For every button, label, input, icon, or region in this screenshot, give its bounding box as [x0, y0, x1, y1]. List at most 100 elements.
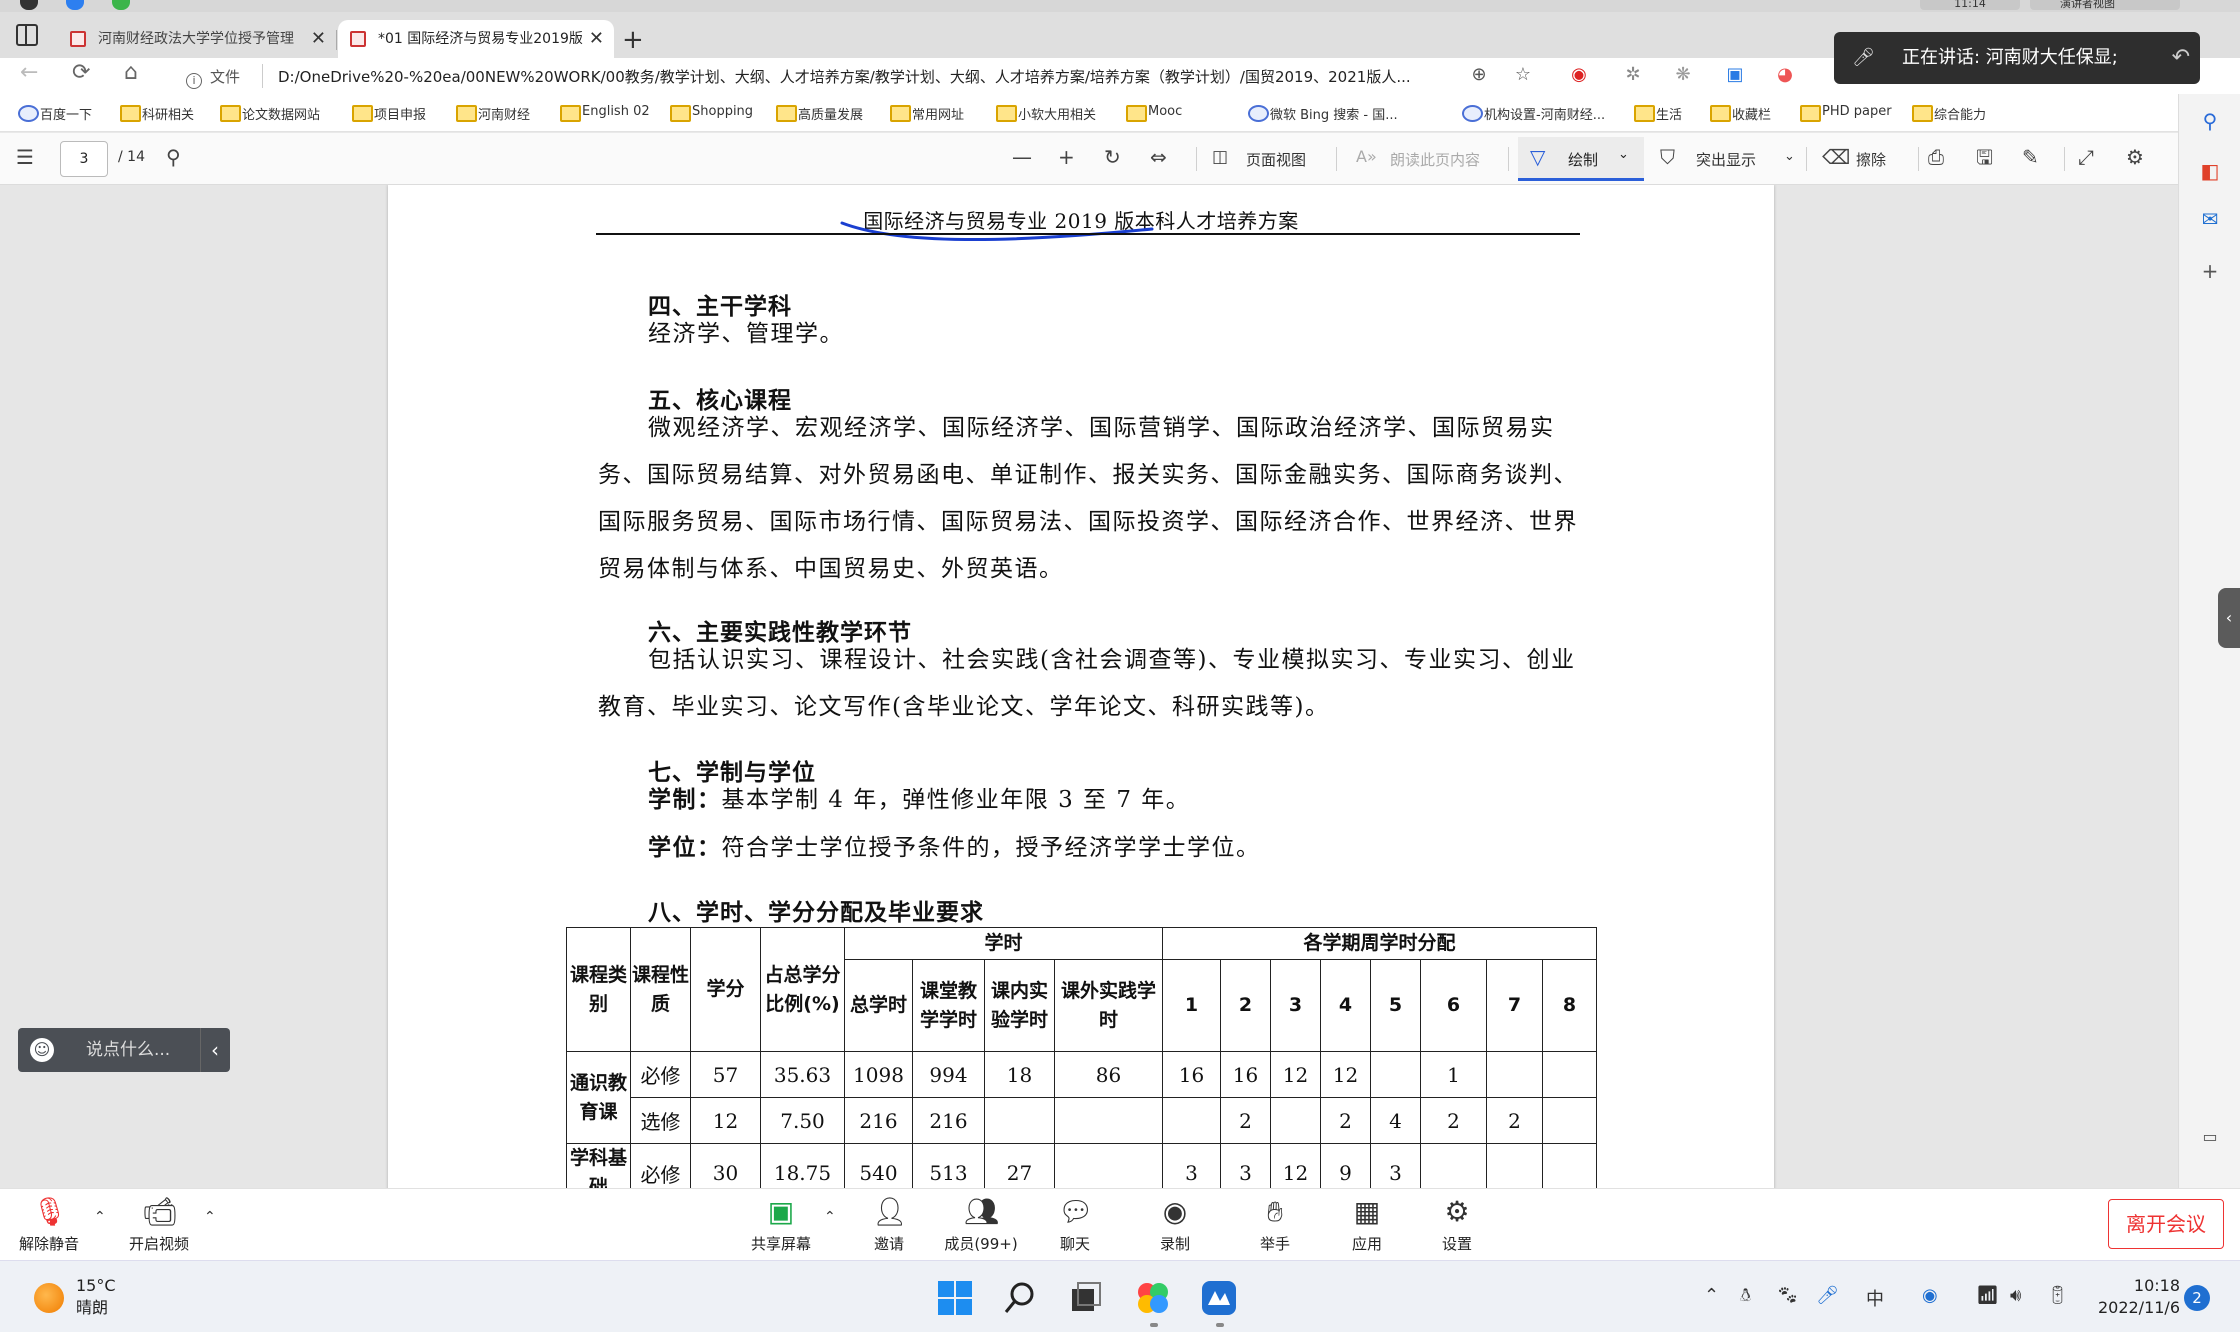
page-number-input[interactable]: 3: [60, 141, 108, 177]
chevron-down-icon[interactable]: ⌄: [1784, 149, 1795, 164]
chevron-left-icon[interactable]: ‹: [200, 1028, 219, 1072]
battery-icon[interactable]: 🔋︎: [2046, 1285, 2069, 1306]
zoom-out-icon[interactable]: —: [1012, 145, 1032, 169]
home-icon[interactable]: ⌂: [124, 60, 138, 85]
settings-button[interactable]: ⚙ 设置: [1412, 1195, 1502, 1254]
task-view-icon[interactable]: [1066, 1279, 1104, 1317]
bookmark-item[interactable]: 项目申报: [352, 104, 426, 123]
read-aloud-icon[interactable]: A»: [1356, 145, 1377, 169]
rotate-icon[interactable]: ↻: [1104, 145, 1121, 169]
highlight-icon[interactable]: ⛉: [1660, 145, 1675, 169]
settings-gear-icon[interactable]: ⚙: [2126, 145, 2144, 169]
leave-meeting-button[interactable]: 离开会议: [2108, 1199, 2224, 1249]
extension-red-icon[interactable]: ◉: [1568, 64, 1590, 86]
page-view-icon[interactable]: ◫: [1212, 145, 1228, 169]
office-icon[interactable]: ◧: [2197, 158, 2223, 184]
invite-button[interactable]: 👤︎ 邀请: [844, 1195, 934, 1254]
bookmark-item[interactable]: Mooc: [1126, 104, 1182, 122]
extension-blue-icon[interactable]: ▣: [1724, 64, 1746, 86]
highlight-button[interactable]: 突出显示: [1696, 149, 1756, 170]
bookmark-item[interactable]: 论文数据网站: [220, 104, 320, 123]
erase-button[interactable]: 擦除: [1856, 149, 1886, 170]
volume-icon[interactable]: 🔊︎: [2010, 1285, 2021, 1306]
bookmark-item[interactable]: 小软大用相关: [996, 104, 1096, 123]
tray-blue-icon[interactable]: ◉: [1922, 1285, 1938, 1306]
system-clock[interactable]: 10:18 2022/11/6: [2090, 1275, 2180, 1319]
zoom-icon[interactable]: ⊕: [1468, 64, 1490, 86]
site-info-button[interactable]: i 文件: [186, 66, 240, 89]
bookmark-item[interactable]: 百度一下: [18, 104, 92, 123]
extension-color-icon[interactable]: ◕: [1774, 64, 1796, 86]
outlook-icon[interactable]: ✉: [2197, 206, 2223, 232]
chat-button[interactable]: 💬︎ 聊天: [1030, 1195, 1120, 1254]
app-icon-1[interactable]: [20, 0, 38, 10]
bookmark-item[interactable]: Shopping: [670, 104, 753, 122]
wifi-icon[interactable]: 📶︎: [1976, 1285, 1999, 1306]
start-video-button[interactable]: 📹︎ 开启视频: [114, 1195, 204, 1254]
bookmark-item[interactable]: 河南财经: [456, 104, 530, 123]
app-icon-3[interactable]: [112, 0, 130, 10]
favorite-star-icon[interactable]: ☆: [1512, 64, 1534, 86]
notification-badge[interactable]: 2: [2184, 1285, 2210, 1311]
bookmark-item[interactable]: 生活: [1634, 104, 1682, 123]
document-viewport[interactable]: 国际经济与贸易专业 2019 版本科人才培养方案 四、主干学科 经济学、管理学。…: [0, 185, 2178, 1188]
fit-width-icon[interactable]: ⇔: [1150, 145, 1167, 169]
back-arrow-icon[interactable]: ←: [20, 60, 38, 85]
members-button[interactable]: 👥︎ 成员(99+): [936, 1195, 1026, 1254]
contents-list-icon[interactable]: ☰: [16, 145, 34, 169]
fullscreen-icon[interactable]: ⤢: [2078, 145, 2094, 169]
unmute-button[interactable]: 🎙︎ 解除静音: [4, 1195, 94, 1254]
share-screen-button[interactable]: ▣ 共享屏幕: [736, 1195, 826, 1254]
presenter-view-button[interactable]: 演讲者视图: [2030, 0, 2180, 10]
photos-app-icon[interactable]: [1134, 1279, 1172, 1317]
chevron-left-icon[interactable]: ‹: [2218, 588, 2240, 648]
reload-icon[interactable]: ⟳: [72, 60, 90, 85]
add-icon[interactable]: +: [2197, 258, 2223, 284]
bookmark-item[interactable]: 收藏栏: [1710, 104, 1771, 123]
search-icon[interactable]: ⚲: [166, 145, 181, 169]
return-icon[interactable]: ↶: [2172, 32, 2190, 84]
chevron-up-icon[interactable]: ⌃: [94, 1209, 106, 1225]
raise-hand-button[interactable]: ✋︎ 举手: [1230, 1195, 1320, 1254]
search-icon[interactable]: ⚲: [2197, 108, 2223, 134]
search-icon[interactable]: [1002, 1279, 1040, 1317]
zoom-in-icon[interactable]: +: [1058, 145, 1075, 169]
emoji-icon[interactable]: ☺: [30, 1038, 54, 1062]
extension-flower-icon[interactable]: ❋: [1672, 64, 1694, 86]
bookmark-item[interactable]: 科研相关: [120, 104, 194, 123]
draw-button[interactable]: ▽ 绘制 ⌄: [1518, 137, 1644, 181]
chat-input[interactable]: ☺ 说点什么... ‹: [18, 1028, 230, 1072]
meeting-app-icon[interactable]: [1200, 1279, 1238, 1317]
bookmark-item[interactable]: 机构设置-河南财经...: [1462, 104, 1605, 123]
bookmark-item[interactable]: English 02: [560, 104, 650, 122]
print-icon[interactable]: ⎙: [1928, 145, 1944, 169]
bookmark-item[interactable]: 综合能力: [1912, 104, 1986, 123]
extension-gear-icon[interactable]: ✲: [1622, 64, 1644, 86]
sidebar-settings-icon[interactable]: ▭: [2197, 1124, 2223, 1150]
new-tab-button[interactable]: +: [622, 26, 644, 54]
eraser-icon[interactable]: ⌫: [1822, 145, 1850, 169]
read-aloud-button[interactable]: 朗读此页内容: [1390, 149, 1480, 170]
tab-degree-management[interactable]: 河南财经政法大学学位授予管理 ✕: [58, 20, 336, 58]
chevron-up-icon[interactable]: ⌃: [1704, 1285, 1719, 1306]
weather-widget[interactable]: 15°C 晴朗: [76, 1275, 116, 1319]
close-icon[interactable]: ✕: [311, 20, 326, 58]
chevron-down-icon[interactable]: ⌄: [1618, 147, 1629, 162]
windows-start-icon[interactable]: [936, 1279, 974, 1317]
chevron-up-icon[interactable]: ⌃: [204, 1209, 216, 1225]
url-input[interactable]: D:/OneDrive%20-%20ea/00NEW%20WORK/00教务/教…: [278, 66, 1458, 87]
app-icon-2[interactable]: [66, 0, 84, 10]
bookmark-item[interactable]: 高质量发展: [776, 104, 863, 123]
weather-sun-icon[interactable]: [34, 1283, 64, 1313]
tab-training-plan[interactable]: *01 国际经济与贸易专业2019版 ✕: [338, 20, 614, 58]
input-method-icon[interactable]: 中: [1866, 1285, 1884, 1311]
tab-actions-icon[interactable]: [16, 24, 38, 46]
qq-icon[interactable]: 🐧︎: [1740, 1285, 1751, 1308]
save-as-icon[interactable]: ✎: [2022, 145, 2039, 169]
apps-button[interactable]: ▦ 应用: [1322, 1195, 1412, 1254]
microphone-icon[interactable]: 🎤︎: [1816, 1285, 1839, 1306]
tray-app-icon[interactable]: 🐾︎: [1776, 1285, 1799, 1306]
bookmark-item[interactable]: PHD paper: [1800, 104, 1892, 122]
page-view-button[interactable]: 页面视图: [1246, 149, 1306, 170]
bookmark-item[interactable]: 常用网址: [890, 104, 964, 123]
